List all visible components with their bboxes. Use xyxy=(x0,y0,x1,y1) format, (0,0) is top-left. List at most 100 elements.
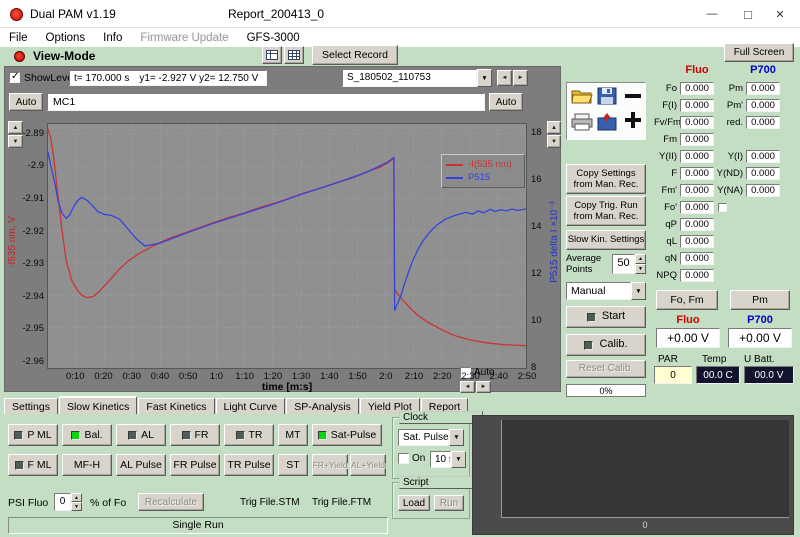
tr-pulse-button[interactable]: TR Pulse xyxy=(224,454,274,476)
right-scale-down-icon[interactable] xyxy=(547,135,561,148)
menu-firmware-update[interactable]: Firmware Update xyxy=(131,30,237,46)
script-chart-panel: 0 xyxy=(472,415,794,535)
copy-settings-button[interactable]: Copy Settings from Man. Rec. xyxy=(566,164,646,194)
chevron-down-icon[interactable] xyxy=(631,282,646,300)
fr-pulse-button[interactable]: FR Pulse xyxy=(170,454,220,476)
pml-toggle[interactable]: P ML xyxy=(8,424,58,446)
spin-up-icon[interactable] xyxy=(635,254,646,264)
record-selector[interactable]: S_180502_110753 xyxy=(342,69,492,87)
progress-bar: 0% xyxy=(566,384,646,397)
chart-view-icon[interactable] xyxy=(262,46,282,64)
al-pulse-button[interactable]: AL Pulse xyxy=(116,454,166,476)
al-yield-button[interactable]: AL+Yield xyxy=(350,454,386,476)
fml-toggle[interactable]: F ML xyxy=(8,454,58,476)
slow-kin-settings-button[interactable]: Slow Kin. Settings xyxy=(566,230,646,250)
auto-scale-left-button[interactable]: Auto xyxy=(9,93,43,111)
trig-file-stm-label: Trig File.STM xyxy=(240,497,300,508)
start-button[interactable]: Start xyxy=(566,306,646,328)
param-label: Fm' xyxy=(654,185,680,196)
print-icon[interactable] xyxy=(571,113,593,134)
spin-down-icon[interactable] xyxy=(635,264,646,274)
script-plot-area xyxy=(501,420,789,518)
clock-on-toggle: On xyxy=(398,453,425,464)
clock-on-checkbox[interactable] xyxy=(398,453,409,464)
copy-trig-run-button[interactable]: Copy Trig. Run from Man. Rec. xyxy=(566,196,646,226)
menu-options[interactable]: Options xyxy=(37,30,95,46)
start-label: Start xyxy=(602,310,625,323)
pm-button[interactable]: Pm xyxy=(730,290,790,310)
chevron-down-icon[interactable] xyxy=(451,451,466,468)
average-points-stepper[interactable]: 50 xyxy=(612,254,646,274)
script-load-button[interactable]: Load xyxy=(398,495,430,511)
calib-button[interactable]: Calib. xyxy=(566,334,646,356)
show-level-checkbox[interactable] xyxy=(9,72,20,83)
chevron-down-icon[interactable] xyxy=(449,429,464,446)
scroll-right-icon[interactable] xyxy=(476,381,491,393)
minimize-icon[interactable] xyxy=(696,0,728,28)
previous-record-icon[interactable] xyxy=(497,70,512,86)
temp-label: Temp xyxy=(702,354,726,365)
recalculate-button[interactable]: Recalculate xyxy=(138,493,204,511)
tab-light-curve[interactable]: Light Curve xyxy=(216,398,286,414)
tab-settings[interactable]: Settings xyxy=(4,398,58,414)
add-record-icon[interactable] xyxy=(623,111,643,132)
script-x-tick: 0 xyxy=(630,520,660,530)
save-icon[interactable] xyxy=(597,87,617,108)
tr-toggle[interactable]: TR xyxy=(224,424,274,446)
reset-calib-button[interactable]: Reset Calib. xyxy=(566,360,646,378)
remove-record-icon[interactable] xyxy=(623,89,643,106)
bal-toggle[interactable]: Bal. xyxy=(62,424,112,446)
spin-up-icon[interactable] xyxy=(71,493,82,502)
psi-fluo-stepper[interactable]: 0 xyxy=(54,493,82,511)
fr-yield-button[interactable]: FR+Yield xyxy=(312,454,348,476)
table-view-icon[interactable] xyxy=(284,46,304,64)
auto-scale-right-button[interactable]: Auto xyxy=(489,93,523,111)
menu-info[interactable]: Info xyxy=(94,30,131,46)
fo-fm-button[interactable]: Fo, Fm xyxy=(656,290,718,310)
scroll-left-icon[interactable] xyxy=(460,381,475,393)
menu-file[interactable]: File xyxy=(0,30,37,46)
fr-toggle[interactable]: FR xyxy=(170,424,220,446)
record-name-field[interactable]: MC1 xyxy=(47,93,485,111)
axis-tick-label: 12 xyxy=(531,268,549,279)
clock-interval-select[interactable]: 10 s xyxy=(430,451,466,468)
param-value: 0.000 xyxy=(680,82,714,95)
window-title: Dual PAM v1.19 xyxy=(30,7,116,21)
axis-tick-label: 2:20 xyxy=(427,371,457,382)
close-icon[interactable] xyxy=(764,0,796,28)
chevron-down-icon[interactable] xyxy=(477,69,492,87)
al-toggle[interactable]: AL xyxy=(116,424,166,446)
fo-prime-checkbox[interactable] xyxy=(718,203,727,212)
mt-button[interactable]: MT xyxy=(278,424,308,446)
psi-fluo-label: PSI Fluo xyxy=(8,497,48,509)
tab-slow-kinetics[interactable]: Slow Kinetics xyxy=(59,396,137,414)
right-scale-up-icon[interactable] xyxy=(547,121,561,134)
menu-gfs-3000[interactable]: GFS-3000 xyxy=(238,30,309,46)
select-record-button[interactable]: Select Record xyxy=(312,45,398,65)
next-record-icon[interactable] xyxy=(513,70,528,86)
mf-h-button[interactable]: MF-H xyxy=(62,454,112,476)
sat-pulse-toggle[interactable]: Sat-Pulse xyxy=(312,424,382,446)
average-points-value: 50 xyxy=(612,254,635,274)
maximize-icon[interactable] xyxy=(732,0,764,28)
export-icon[interactable] xyxy=(597,113,617,134)
legend-label: P515 xyxy=(468,172,490,183)
record-indicator-icon xyxy=(14,51,25,62)
tab-sp-analysis[interactable]: SP-Analysis xyxy=(286,398,359,414)
trigger-mode-select[interactable]: Manual xyxy=(566,282,646,300)
script-run-button[interactable]: Run xyxy=(434,495,464,511)
plot-area[interactable]: -I(535 nm) P515 xyxy=(47,123,527,369)
measurement-row: Y(II)0.000 Y(I)0.000 xyxy=(650,148,798,165)
clock-on-label: On xyxy=(412,453,425,464)
tab-fast-kinetics[interactable]: Fast Kinetics xyxy=(138,398,214,414)
toggle-label: F ML xyxy=(28,459,52,471)
param-value: 0.000 xyxy=(680,116,714,129)
spin-down-icon[interactable] xyxy=(71,502,82,511)
clock-mode-select[interactable]: Sat. Pulse xyxy=(398,429,464,446)
axis-tick-label: 2:40 xyxy=(484,371,514,382)
open-folder-icon[interactable] xyxy=(571,87,593,108)
legend-label: -I(535 nm) xyxy=(468,159,512,170)
axis-tick-label: 16 xyxy=(531,174,549,185)
param-label: Y(NA) xyxy=(716,185,746,196)
st-button[interactable]: ST xyxy=(278,454,308,476)
